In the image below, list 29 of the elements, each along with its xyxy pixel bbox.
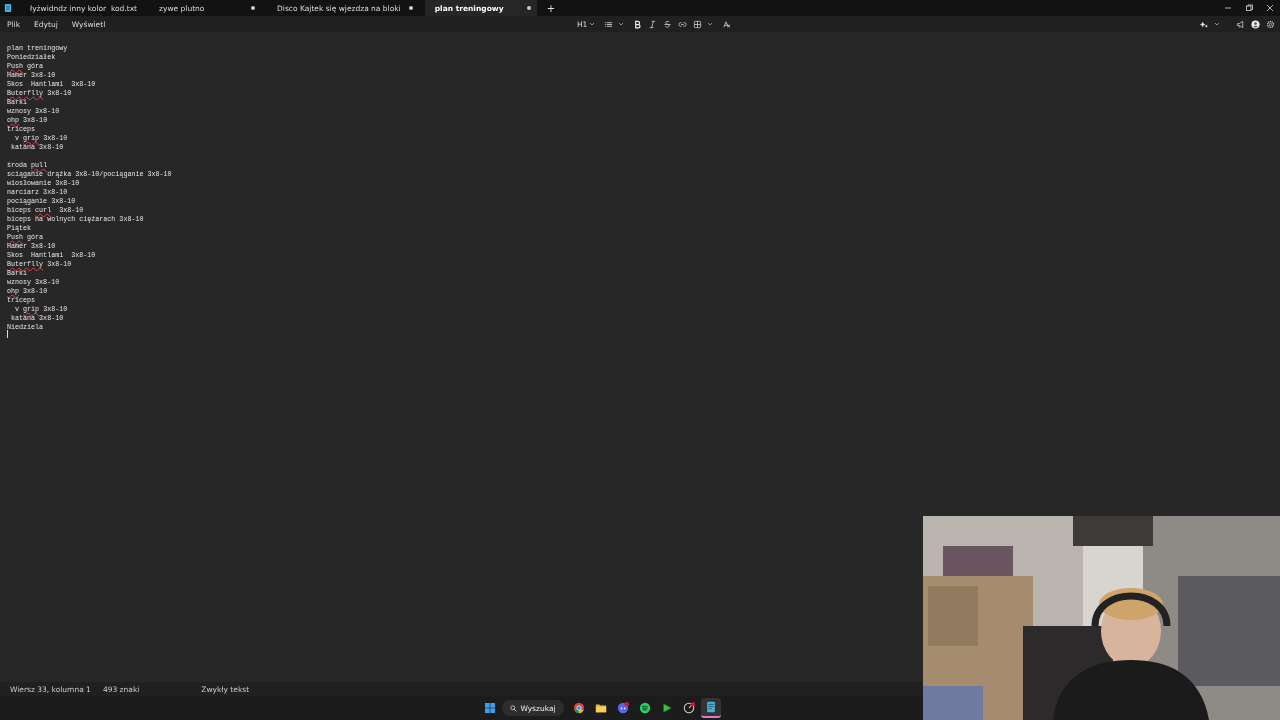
close-icon[interactable] xyxy=(1265,3,1275,13)
strikethrough-icon[interactable] xyxy=(663,19,673,29)
megaphone-icon[interactable] xyxy=(1236,19,1245,29)
new-tab-button[interactable]: + xyxy=(542,2,560,14)
account-icon[interactable] xyxy=(1251,19,1260,29)
gauge-icon xyxy=(682,702,695,714)
chevron-icon[interactable] xyxy=(707,22,714,26)
browser-icon xyxy=(572,702,585,714)
chat-icon xyxy=(616,702,629,714)
notepad-icon xyxy=(4,3,12,13)
settings-icon[interactable] xyxy=(1266,19,1275,29)
notepad-icon xyxy=(704,701,717,713)
music-icon xyxy=(638,702,651,714)
bold-icon[interactable] xyxy=(633,19,643,29)
chevron-icon[interactable] xyxy=(589,22,596,26)
link-icon[interactable] xyxy=(678,19,688,29)
table-icon[interactable] xyxy=(693,19,703,29)
restore-icon[interactable] xyxy=(1244,3,1254,13)
clear-formatting-icon[interactable] xyxy=(722,19,732,29)
notepad-app-button[interactable] xyxy=(700,698,721,718)
chevron-icon[interactable] xyxy=(618,22,625,26)
windows-start-icon[interactable] xyxy=(484,702,497,714)
sparkle-icon[interactable] xyxy=(1200,19,1209,29)
italic-icon[interactable] xyxy=(648,19,658,29)
search-icon xyxy=(510,704,518,712)
play-icon xyxy=(660,702,673,714)
folder-icon xyxy=(594,702,607,714)
chevron-icon[interactable] xyxy=(1214,22,1220,26)
list-icon[interactable] xyxy=(604,19,614,29)
